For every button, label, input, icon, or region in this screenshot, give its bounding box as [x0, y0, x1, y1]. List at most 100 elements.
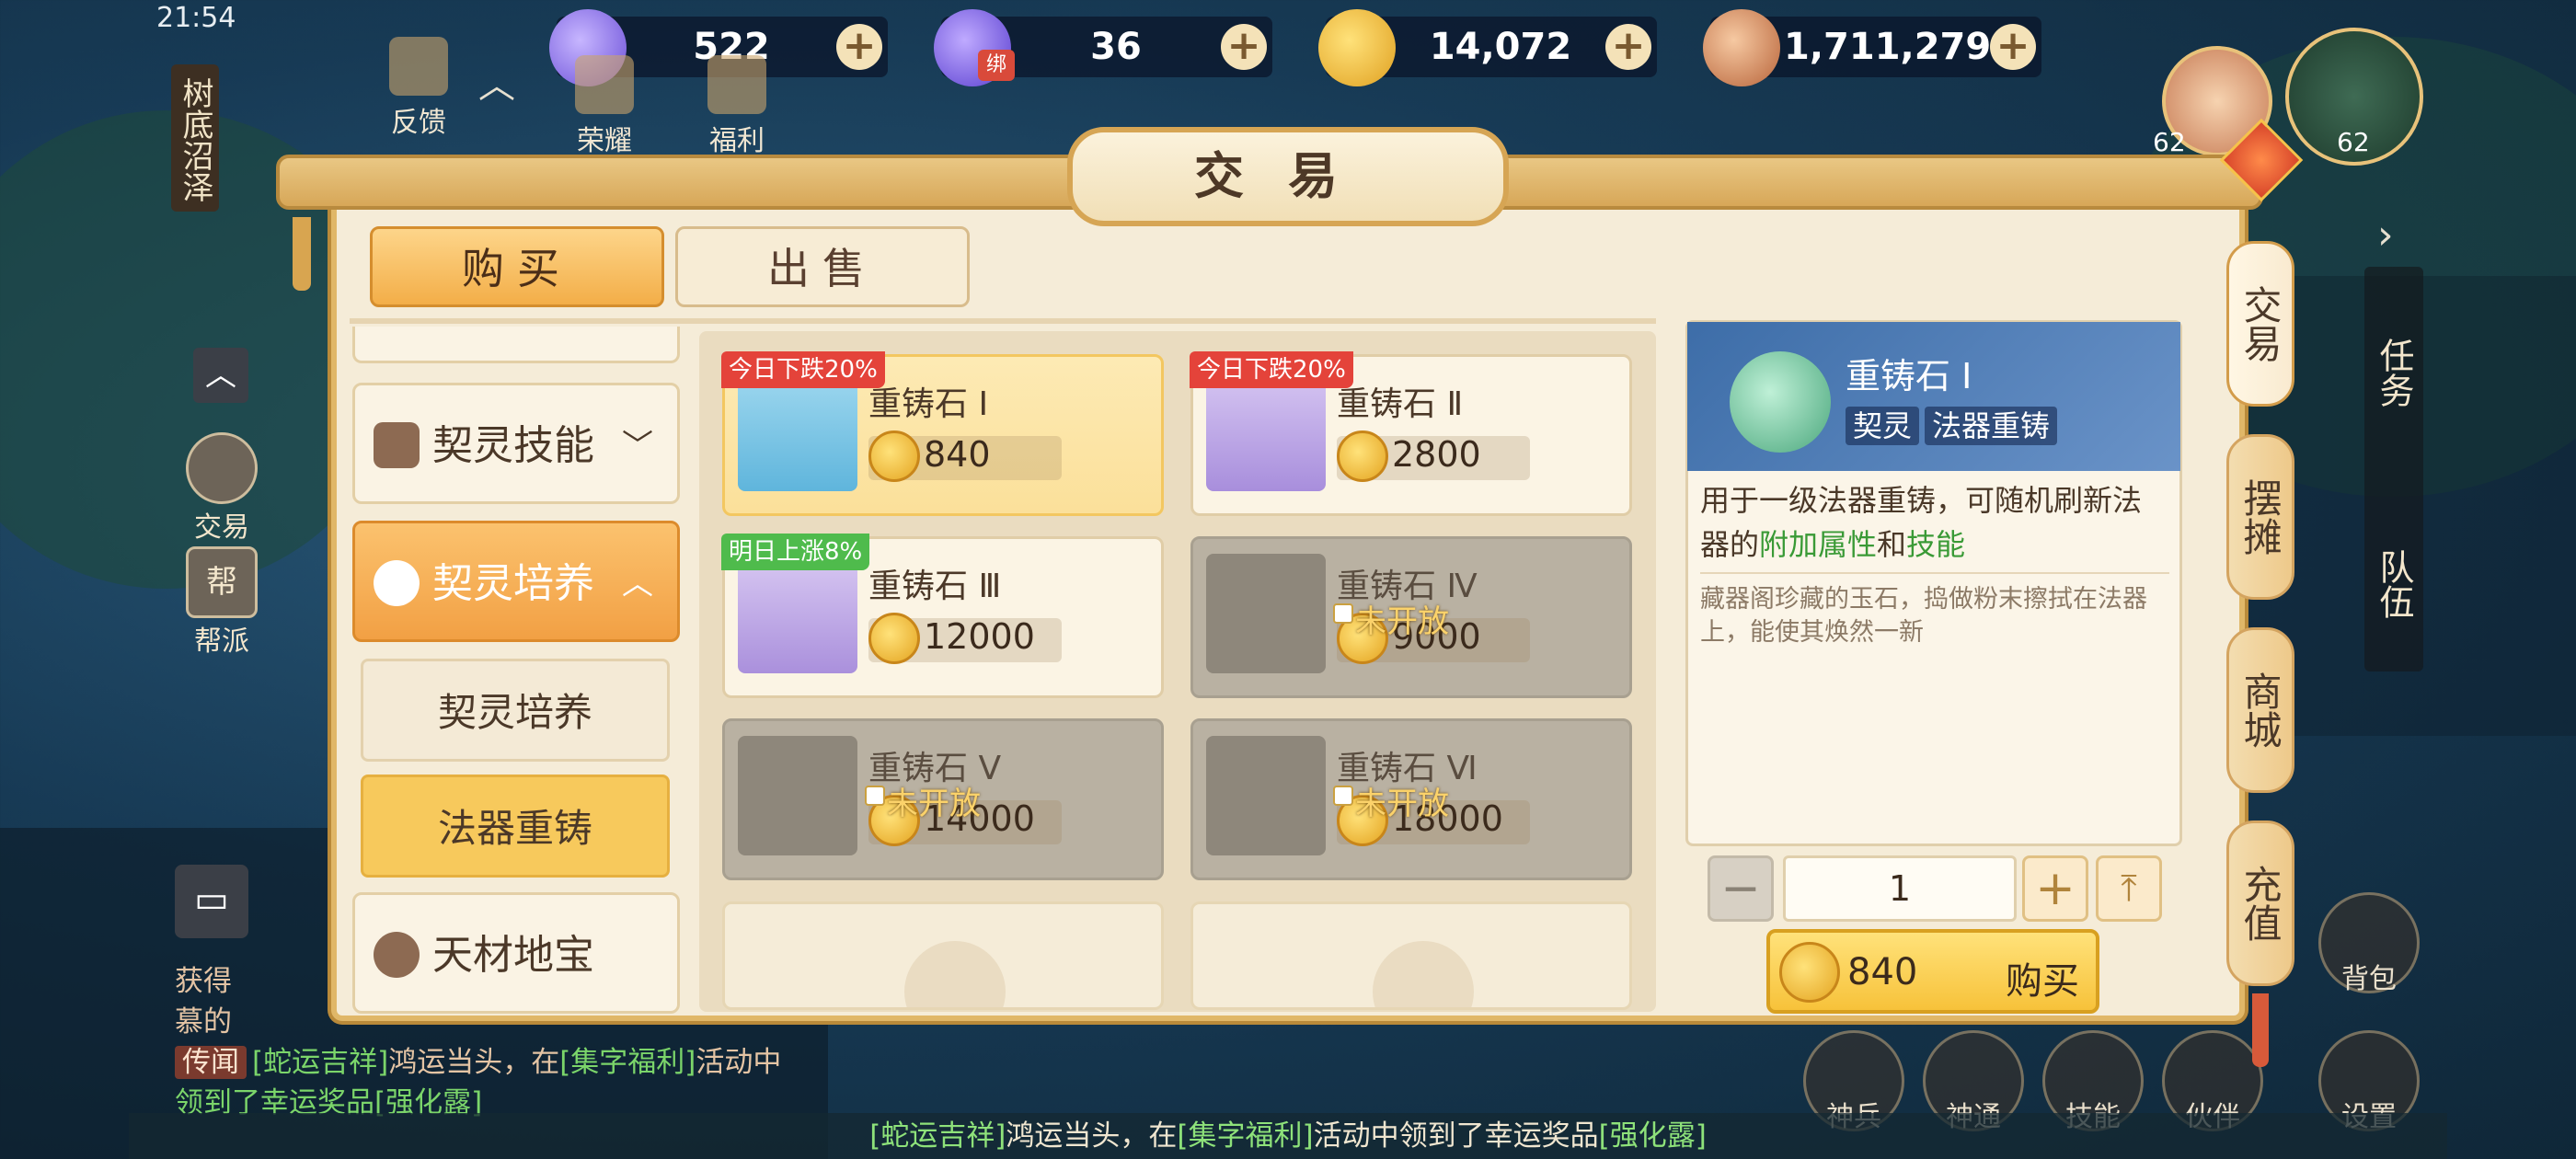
add-bound-jade-button[interactable]: + — [1221, 24, 1267, 70]
category-treasures[interactable]: 天材地宝 — [352, 892, 680, 1014]
task-tab[interactable]: 任务 — [2364, 313, 2423, 432]
lock-icon — [1333, 603, 1353, 624]
chat-bubble-icon: ▭ — [194, 878, 229, 921]
welfare-icon — [707, 55, 766, 114]
chevron-up-icon: ︿ — [622, 566, 653, 602]
chat-link[interactable]: [蛇运吉祥] — [252, 1046, 388, 1079]
item-card-locked[interactable]: 重铸石 Ⅵ 18000 未开放 — [1190, 718, 1632, 880]
chat-text: 活动中 — [696, 1046, 782, 1079]
gold-coin-icon — [868, 430, 920, 482]
recast-stone-icon — [738, 736, 857, 855]
bound-tag: 绑 — [978, 50, 1015, 81]
side-trade-button[interactable]: 交易 — [180, 432, 263, 545]
add-gold-button[interactable]: + — [1605, 24, 1651, 70]
quantity-input[interactable]: 1 — [1783, 855, 2017, 922]
gold-coin-icon — [1337, 430, 1388, 482]
category-label: 契灵技能 — [432, 422, 594, 469]
price-change-badge: 今日下跌20% — [721, 351, 885, 388]
item-card[interactable]: 重铸石 Ⅰ 840 今日下跌20% — [721, 351, 1164, 516]
feedback-icon — [389, 37, 448, 96]
banner-text: 鸿运当头，在 — [1006, 1119, 1178, 1153]
team-tab[interactable]: 队伍 — [2364, 524, 2423, 644]
chevron-down-icon: ﹀ — [622, 428, 653, 465]
item-card-locked[interactable]: 重铸石 Ⅳ 9000 未开放 — [1190, 536, 1632, 698]
honor-button[interactable]: 荣耀 — [563, 55, 646, 158]
item-card[interactable]: 重铸石 Ⅲ 12000 明日上涨8% — [721, 534, 1164, 698]
recast-stone-icon — [738, 372, 857, 491]
detail-description: 用于一级法器重铸，可随机刷新法器的附加属性和技能 — [1700, 478, 2169, 567]
item-price: 12000 — [924, 616, 1035, 657]
banner-link[interactable]: [集字福利] — [1177, 1119, 1313, 1153]
category-item-partial[interactable] — [352, 327, 680, 363]
shell-icon — [374, 932, 420, 978]
announcement-banner: [蛇运吉祥]鸿运当头，在[集字福利]活动中领到了幸运奖品[强化露] — [129, 1113, 2447, 1159]
copper-coin-icon — [1703, 9, 1780, 86]
honor-label: 荣耀 — [577, 125, 632, 157]
item-card-locked[interactable]: 重铸石 Ⅴ 14000 未开放 — [722, 718, 1164, 880]
quantity-decrease-button[interactable]: − — [1708, 855, 1774, 922]
category-label: 契灵培养 — [432, 560, 594, 607]
banner-text: 活动中领到了幸运奖品 — [1313, 1119, 1599, 1153]
banner-link[interactable]: [蛇运吉祥] — [869, 1119, 1006, 1153]
location-name: 树底沼泽 — [171, 64, 219, 212]
trade-icon — [186, 432, 258, 504]
price-change-badge: 今日下跌20% — [1190, 351, 1353, 388]
chat-button[interactable]: ▭ — [175, 865, 248, 938]
desc-highlight: 附加属性 — [1759, 527, 1878, 562]
item-card[interactable]: 重铸石 Ⅱ 2800 今日下跌20% — [1190, 351, 1632, 516]
empty-slot-icon — [1373, 941, 1474, 1007]
honor-icon — [575, 55, 634, 114]
chat-channel-tag: 传闻 — [175, 1046, 247, 1079]
category-pet-skills[interactable]: 契灵技能 ﹀ — [352, 383, 680, 504]
buy-button[interactable]: 840 购买 — [1766, 929, 2099, 1014]
tab-sell[interactable]: 出售 — [675, 226, 970, 307]
side-guild-label: 帮派 — [194, 625, 249, 658]
item-card-empty — [1190, 901, 1632, 1010]
currency-copper: 1,711,279 + — [1703, 9, 2041, 86]
banner-link[interactable]: [强化露] — [1599, 1119, 1707, 1153]
detail-tags: 契灵 法器重铸 — [1846, 403, 2063, 445]
player-level: 62 — [2337, 127, 2370, 157]
bag-button[interactable]: 背包 — [2318, 892, 2420, 995]
lock-icon — [1333, 786, 1353, 806]
item-price: 840 — [924, 434, 991, 475]
gold-coin-icon — [1779, 942, 1840, 1003]
tassel-decoration — [293, 217, 311, 291]
locked-label: 未开放 — [887, 786, 981, 822]
collapse-up-icon[interactable]: ︿ — [193, 348, 248, 403]
welfare-button[interactable]: 福利 — [696, 55, 778, 158]
recast-stone-icon — [1206, 372, 1326, 491]
tab-divider — [350, 318, 1656, 324]
currency-bound-jade: 绑 36 + — [934, 9, 1272, 86]
feedback-button[interactable]: 反馈 — [377, 37, 460, 140]
subcategory-artifact-recast[interactable]: 法器重铸 — [361, 775, 670, 878]
quantity-increase-button[interactable]: + — [2022, 855, 2088, 922]
item-name: 重铸石 Ⅲ — [868, 568, 1002, 605]
expand-right-icon[interactable]: › — [2377, 212, 2394, 258]
subcategory-pet-training[interactable]: 契灵培养 — [361, 659, 670, 762]
collapse-up-icon[interactable]: ︿ — [478, 55, 534, 107]
side-tab-mall[interactable]: 商城 — [2226, 627, 2294, 793]
quantity-max-button[interactable]: ⤒ — [2096, 855, 2162, 922]
recast-stone-icon — [1206, 736, 1326, 855]
category-label: 天材地宝 — [432, 932, 594, 979]
currency-gold: 14,072 + — [1318, 9, 1657, 86]
item-card-empty — [722, 901, 1164, 1010]
scroll-icon — [374, 422, 420, 468]
category-pet-training[interactable]: 契灵培养 ︿ — [352, 521, 680, 642]
chat-link[interactable]: [集字福利] — [559, 1046, 696, 1079]
add-copper-button[interactable]: + — [1990, 24, 2036, 70]
pet-level: 62 — [2153, 127, 2186, 157]
add-jade-button[interactable]: + — [836, 24, 882, 70]
locked-label: 未开放 — [1355, 786, 1449, 822]
tab-buy[interactable]: 购买 — [370, 226, 664, 307]
currency-value: 1,711,279 — [1784, 26, 1992, 68]
empty-slot-icon — [904, 941, 1006, 1007]
buy-price: 840 — [1847, 951, 1918, 993]
side-tab-recharge[interactable]: 充值 — [2226, 820, 2294, 986]
side-tab-trade[interactable]: 交易 — [2226, 241, 2294, 407]
side-tab-stall[interactable]: 摆摊 — [2226, 434, 2294, 600]
side-guild-button[interactable]: 帮 帮派 — [180, 546, 263, 659]
side-trade-label: 交易 — [194, 511, 249, 544]
item-name: 重铸石 Ⅱ — [1337, 385, 1464, 423]
